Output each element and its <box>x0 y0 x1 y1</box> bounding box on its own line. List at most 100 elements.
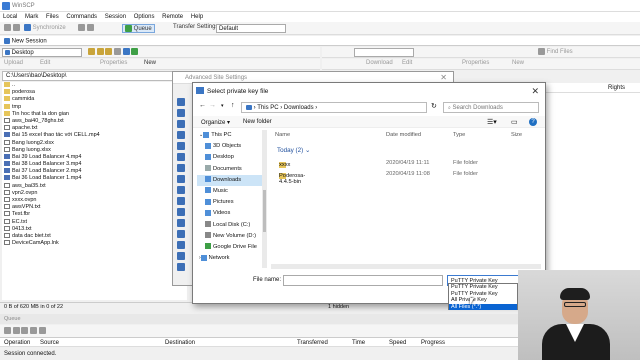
menu-options[interactable]: Options <box>131 12 158 22</box>
list-item[interactable]: Bang luong.xlsx <box>2 147 187 154</box>
list-item[interactable]: tmp <box>2 104 187 111</box>
toolbar-icons-mid[interactable] <box>78 24 94 33</box>
remote-dir-select[interactable] <box>354 48 414 57</box>
list-item[interactable]: Bai 38 Load Balancer 3.mp4 <box>2 161 187 168</box>
dropdown-option[interactable]: PuTTY Private Key <box>449 291 517 298</box>
tree-item-downloads[interactable]: Downloads <box>197 174 263 186</box>
table-row[interactable]: xxxx 2020/04/19 11:11 File folder <box>271 158 539 168</box>
address-bar[interactable]: › This PC › Downloads › <box>241 102 427 113</box>
synchronize-button[interactable]: Synchronize <box>24 24 66 33</box>
list-item[interactable]: Bai 15 excel thao tác với CELL.mp4 <box>2 132 187 139</box>
list-item[interactable]: .. <box>2 82 187 89</box>
queue-col-time[interactable]: Time <box>352 340 365 346</box>
settings-page-icon[interactable] <box>177 186 185 194</box>
menu-help[interactable]: Help <box>188 12 206 22</box>
column-type[interactable]: Type <box>453 132 465 138</box>
breadcrumb-this-pc[interactable]: This PC <box>257 105 278 111</box>
remote-edit-button[interactable]: Edit <box>402 60 412 69</box>
list-item[interactable]: Bai 37 Load Balancer 2.mp4 <box>2 168 187 175</box>
settings-page-icon[interactable] <box>177 109 185 117</box>
settings-page-icon[interactable] <box>177 142 185 150</box>
close-icon[interactable]: ✕ <box>440 73 447 82</box>
menu-mark[interactable]: Mark <box>22 12 41 22</box>
up-arrow-icon[interactable]: ↑ <box>231 102 235 109</box>
new-session-tab[interactable]: New Session <box>4 38 47 45</box>
tree-item-network[interactable]: ›Network <box>197 253 263 264</box>
queue-col-progress[interactable]: Progress <box>421 340 445 346</box>
tree-item-new-volume[interactable]: New Volume (D:) <box>197 231 263 242</box>
settings-page-icon[interactable] <box>177 230 185 238</box>
tree-item-local-disk[interactable]: Local Disk (C:) <box>197 220 263 231</box>
queue-toolbar-icons[interactable] <box>4 327 46 336</box>
download-button[interactable]: Download <box>366 60 393 69</box>
help-icon[interactable]: ? <box>529 118 537 126</box>
upload-button[interactable]: Upload <box>4 60 23 69</box>
scrollbar-thumb[interactable] <box>263 190 266 232</box>
list-item[interactable]: apache.txt <box>2 125 187 132</box>
transfer-settings-select[interactable]: Default <box>216 24 286 33</box>
settings-page-icon[interactable] <box>177 208 185 216</box>
column-date-modified[interactable]: Date modified <box>386 132 421 138</box>
local-new-button[interactable]: New <box>144 60 156 69</box>
close-icon[interactable]: ✕ <box>531 86 539 97</box>
tree-item-desktop[interactable]: Desktop <box>197 152 263 163</box>
settings-page-icon[interactable] <box>177 263 185 271</box>
list-item[interactable]: cammida <box>2 96 187 103</box>
remote-properties-button[interactable]: Properties <box>462 60 489 69</box>
list-item[interactable]: aws_bai35.txt <box>2 183 187 190</box>
tree-scrollbar[interactable] <box>262 130 267 268</box>
list-item[interactable]: xxxx.ovpn <box>2 197 187 204</box>
queue-col-speed[interactable]: Speed <box>389 340 406 346</box>
settings-page-icon[interactable] <box>177 98 185 106</box>
breadcrumb-downloads[interactable]: Downloads <box>284 105 314 111</box>
queue-col-destination[interactable]: Destination <box>165 340 195 346</box>
settings-page-icon[interactable] <box>177 120 185 128</box>
settings-page-icon[interactable] <box>177 219 185 227</box>
list-item[interactable]: data dac biet.txt <box>2 233 187 240</box>
settings-page-icon[interactable] <box>177 241 185 249</box>
column-name[interactable]: Name <box>275 132 290 138</box>
organize-button[interactable]: Organize ▾ <box>201 119 230 126</box>
remote-new-button[interactable]: New <box>512 60 524 69</box>
list-item[interactable]: Tin hoc that la don gian <box>2 111 187 118</box>
file-name-input[interactable] <box>283 275 443 286</box>
view-options-icon[interactable]: ☰▾ <box>487 118 497 126</box>
tree-item-google-drive[interactable]: Google Drive File <box>197 242 263 253</box>
local-properties-button[interactable]: Properties <box>100 60 127 69</box>
list-item[interactable]: vpn2.ovpn <box>2 190 187 197</box>
menu-session[interactable]: Session <box>102 12 129 22</box>
list-item[interactable]: Bang luong2.xlsx <box>2 140 187 147</box>
queue-button[interactable]: Queue <box>122 24 155 33</box>
tree-item-music[interactable]: Music <box>197 186 263 197</box>
settings-page-icon[interactable] <box>177 153 185 161</box>
queue-col-transferred[interactable]: Transferred <box>297 340 328 346</box>
local-file-list[interactable]: .. poderosa cammida tmp Tin hoc that la … <box>2 82 187 300</box>
list-item[interactable]: EC.txt <box>2 219 187 226</box>
find-files-button[interactable]: Find Files <box>538 48 573 57</box>
back-arrow-icon[interactable]: ← <box>199 102 206 109</box>
search-input[interactable]: ⌕ Search Downloads <box>443 102 539 113</box>
queue-col-operation[interactable]: Operation <box>4 340 30 346</box>
local-drive-select[interactable]: Desktop <box>2 48 82 57</box>
list-item[interactable]: aws_bai40_78ghs.txt <box>2 118 187 125</box>
dropdown-option-selected[interactable]: All Files (*.*) <box>449 303 517 311</box>
local-nav-icons[interactable] <box>88 48 139 57</box>
settings-page-icon[interactable] <box>177 164 185 172</box>
new-folder-button[interactable]: New folder <box>243 119 272 125</box>
tree-item-pictures[interactable]: Pictures <box>197 197 263 208</box>
tree-item-this-pc[interactable]: ⌄ This PC <box>197 130 263 141</box>
list-item[interactable]: DeviceCamApp.lnk <box>2 240 187 247</box>
list-item[interactable]: 0413.txt <box>2 226 187 233</box>
settings-page-icon[interactable] <box>177 252 185 260</box>
rights-column-header[interactable]: Rights <box>608 85 625 91</box>
column-size[interactable]: Size <box>511 132 522 138</box>
dropdown-option[interactable]: All Private Key <box>449 297 517 304</box>
local-edit-button[interactable]: Edit <box>40 60 50 69</box>
menu-files[interactable]: Files <box>43 12 62 22</box>
tree-item-documents[interactable]: Documents <box>197 164 263 175</box>
content-horizontal-scrollbar[interactable] <box>271 264 541 269</box>
chevron-down-icon[interactable]: ▾ <box>221 103 224 109</box>
tree-item-3d-objects[interactable]: 3D Objects <box>197 141 263 152</box>
preview-pane-icon[interactable]: ▭ <box>511 118 518 126</box>
list-item[interactable]: Bai 36 Load Balancer 1.mp4 <box>2 175 187 182</box>
